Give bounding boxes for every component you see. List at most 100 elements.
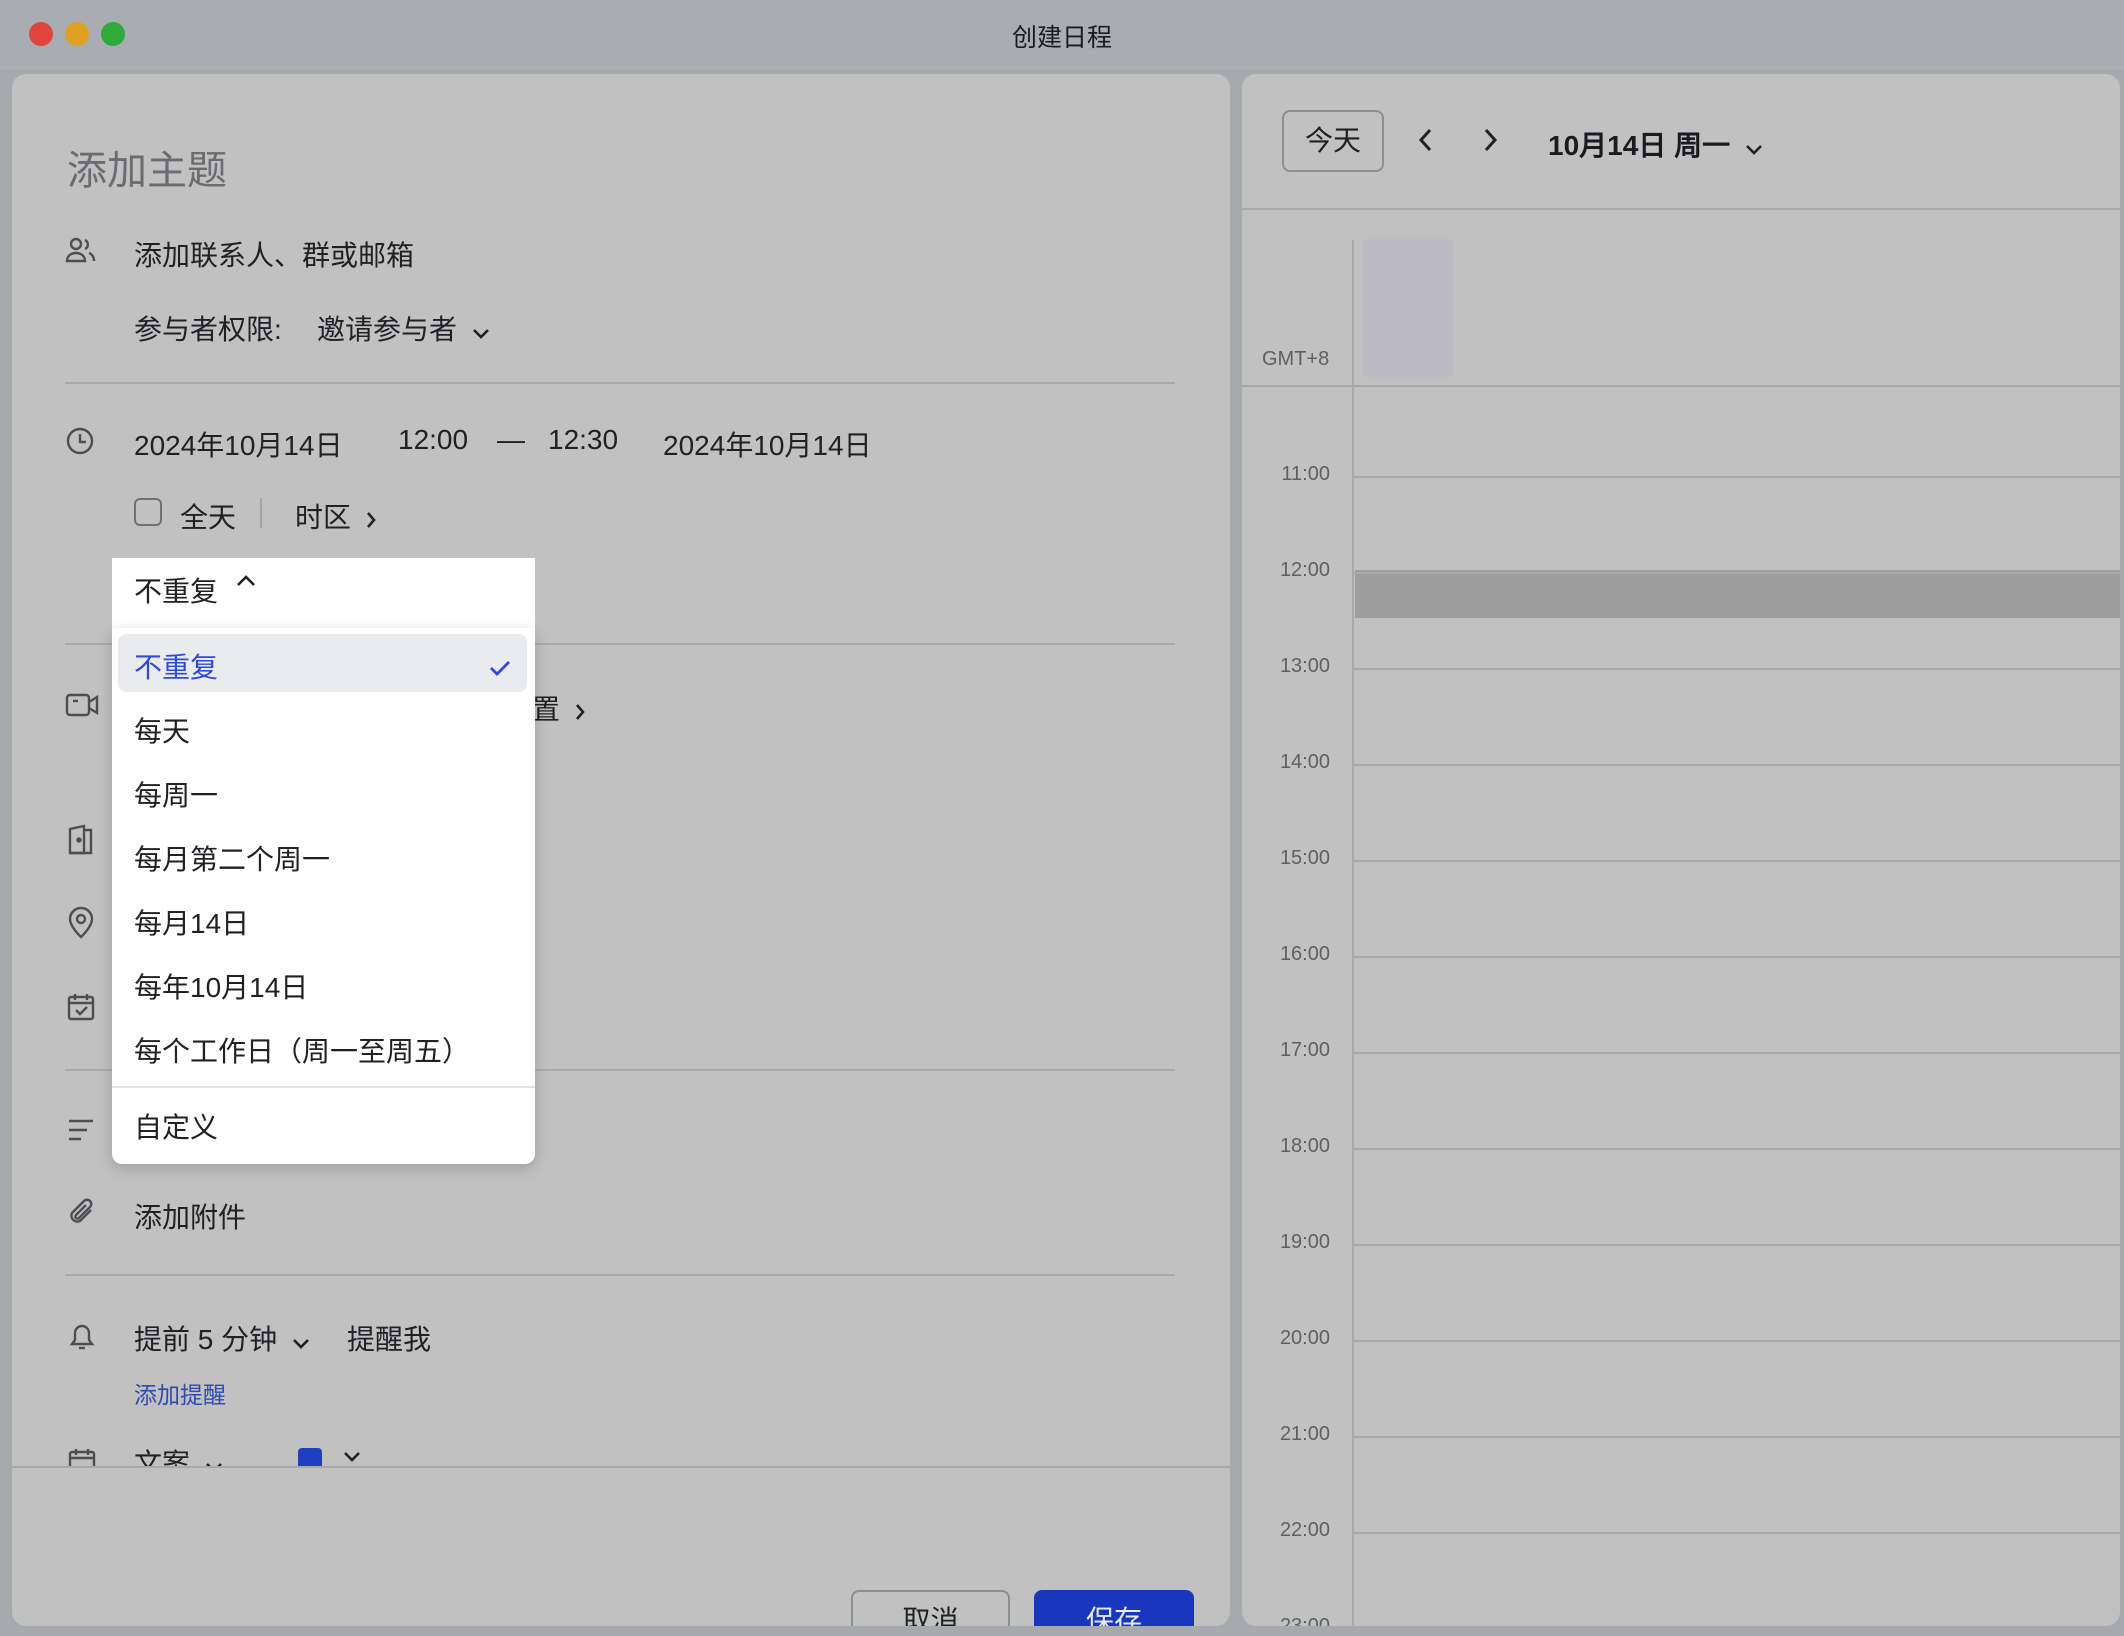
room-icon — [67, 824, 95, 856]
attendees-input[interactable]: 添加联系人、群或邮箱 — [134, 234, 414, 274]
hour-line — [1354, 572, 2120, 574]
hour-line — [1354, 1244, 2120, 1246]
people-icon — [65, 236, 97, 264]
time-axis-line — [1352, 240, 1354, 1626]
chevron-left-icon[interactable] — [1416, 126, 1436, 159]
reminder-dropdown[interactable]: 提前 5 分钟 — [134, 1318, 311, 1358]
hour-line — [1354, 1532, 2120, 1534]
footer-divider — [12, 1466, 1230, 1468]
permission-value: 邀请参与者 — [317, 314, 458, 345]
end-date[interactable]: 2024年10月14日 — [663, 424, 872, 464]
chevron-right-icon — [574, 696, 586, 728]
repeat-option-weekly[interactable]: 每周一 — [118, 762, 527, 820]
day-calendar-panel: 今天 10月14日 周一 GMT+8 11:00 12:00 13:00 14:00 1… — [1242, 74, 2120, 1626]
add-attachment-button[interactable]: 添加附件 — [134, 1196, 246, 1236]
meeting-settings-label: 置 — [532, 694, 561, 725]
chevron-down-icon — [204, 1450, 224, 1466]
hour-label: 13:00 — [1279, 655, 1330, 677]
hour-label: 20:00 — [1279, 1327, 1330, 1349]
bell-icon — [67, 1320, 97, 1352]
divider — [65, 1274, 1175, 1276]
chevron-down-icon[interactable] — [342, 1450, 362, 1466]
option-label: 每月第二个周一 — [134, 844, 331, 875]
hour-label: 18:00 — [1279, 1135, 1330, 1157]
option-label: 每周一 — [134, 780, 219, 811]
repeat-option-monthly-weekday[interactable]: 每月第二个周一 — [118, 826, 527, 884]
timezone-button[interactable]: 时区 — [295, 496, 377, 536]
repeat-option-none[interactable]: 不重复 — [118, 634, 527, 692]
hour-line — [1354, 668, 2120, 670]
new-event-block[interactable] — [1355, 570, 2120, 618]
today-button[interactable]: 今天 — [1282, 110, 1384, 172]
meeting-settings-button[interactable]: 置 — [532, 688, 586, 728]
chevron-up-icon — [235, 573, 257, 594]
all-day-divider — [1242, 385, 2120, 387]
hour-line — [1354, 1340, 2120, 1342]
chevron-down-icon — [471, 316, 491, 348]
repeat-option-workdays[interactable]: 每个工作日（周一至周五） — [118, 1018, 527, 1076]
hour-label: 19:00 — [1279, 1231, 1330, 1253]
end-time[interactable]: 12:30 — [548, 424, 618, 456]
repeat-option-monthly-date[interactable]: 每月14日 — [118, 890, 527, 948]
permission-dropdown[interactable]: 邀请参与者 — [317, 308, 491, 348]
hour-label: 14:00 — [1279, 751, 1330, 773]
cancel-button[interactable]: 取消 — [851, 1590, 1010, 1626]
all-day-label: 全天 — [180, 502, 237, 533]
calendar-color-swatch[interactable] — [298, 1448, 322, 1466]
save-button[interactable]: 保存 — [1034, 1590, 1194, 1626]
add-reminder-link[interactable]: 添加提醒 — [134, 1376, 226, 1410]
hour-label: 23:00 — [1279, 1615, 1330, 1626]
date-picker-dropdown[interactable]: 10月14日 周一 — [1548, 124, 1764, 164]
option-label: 自定义 — [134, 1112, 219, 1143]
repeat-dropdown[interactable]: 不重复 — [112, 558, 535, 628]
location-icon — [66, 906, 96, 940]
check-icon — [489, 652, 511, 684]
hour-line — [1354, 1148, 2120, 1150]
option-label: 每天 — [134, 716, 191, 747]
hour-label: 22:00 — [1279, 1519, 1330, 1541]
timezone-label: 时区 — [295, 502, 352, 533]
calendar-value: 文案 — [134, 1448, 191, 1466]
hour-label: 21:00 — [1279, 1423, 1330, 1445]
description-icon — [67, 1118, 95, 1142]
hour-line — [1354, 476, 2120, 478]
hour-line — [1354, 860, 2120, 862]
reminder-value: 提前 5 分钟 — [134, 1324, 278, 1355]
divider — [65, 382, 1175, 384]
reminder-suffix: 提醒我 — [347, 1324, 432, 1355]
clock-icon — [65, 426, 95, 456]
start-time[interactable]: 12:00 — [398, 424, 468, 456]
title-bar: 创建日程 — [0, 0, 2124, 70]
permission-label: 参与者权限: — [134, 314, 282, 345]
option-label: 每月14日 — [134, 908, 250, 939]
subject-input[interactable]: 添加主题 — [67, 138, 227, 196]
time-separator: — — [497, 424, 525, 455]
all-day-checkbox[interactable] — [134, 498, 162, 526]
separator — [260, 498, 262, 528]
option-label: 不重复 — [134, 652, 219, 683]
hour-label: 11:00 — [1281, 463, 1330, 485]
all-day-area — [1363, 240, 1453, 376]
video-icon — [65, 692, 99, 718]
calendar-dropdown[interactable]: 文案 — [134, 1444, 224, 1466]
repeat-option-yearly[interactable]: 每年10月14日 — [118, 954, 527, 1012]
menu-divider — [112, 1086, 535, 1088]
timezone-label: GMT+8 — [1262, 348, 1330, 370]
calendar-row-clip: 文案 — [12, 1444, 1230, 1466]
chevron-down-icon — [291, 1326, 311, 1358]
start-date[interactable]: 2024年10月14日 — [134, 424, 343, 464]
repeat-option-daily[interactable]: 每天 — [118, 698, 527, 756]
window-title: 创建日程 — [1011, 24, 1112, 52]
hour-line — [1354, 956, 2120, 958]
hour-line — [1354, 1052, 2120, 1054]
option-label: 每年10月14日 — [134, 972, 309, 1003]
repeat-value: 不重复 — [134, 576, 219, 607]
repeat-option-custom[interactable]: 自定义 — [118, 1094, 527, 1152]
create-event-window: 创建日程 添加主题 添加联系人、群或邮箱 参与者权限: 邀请参与者 2024年1… — [0, 0, 2124, 1636]
attachment-icon — [67, 1196, 97, 1228]
header-divider — [1242, 208, 2120, 210]
chevron-right-icon[interactable] — [1480, 126, 1500, 159]
date-title: 10月14日 周一 — [1548, 130, 1731, 161]
repeat-options-menu: 不重复 每天 每周一 每月第二个周一 每月14日 每年10月14日 每个工作日（… — [112, 628, 535, 1164]
hour-label: 17:00 — [1279, 1039, 1330, 1061]
